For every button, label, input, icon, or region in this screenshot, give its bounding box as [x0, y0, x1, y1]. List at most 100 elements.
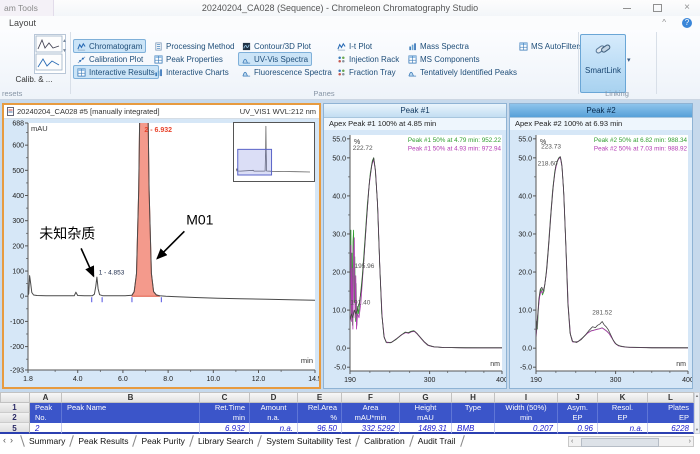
smartlink-dropdown-icon[interactable]: ▾ [627, 56, 631, 64]
svg-text:0: 0 [20, 294, 24, 301]
peak2-pane[interactable]: Peak #2 Apex Peak #2 100% at 6.93 min 55… [509, 103, 693, 389]
ribbon-button-fraction-tray[interactable]: Fraction Tray [333, 65, 400, 79]
ribbon-button-label: Fraction Tray [349, 68, 396, 77]
table-vertical-scrollbar[interactable]: ▲▼ [694, 392, 700, 434]
sheet-tab-system-suitability-test[interactable]: System Suitability Test [260, 435, 357, 448]
data-cell: 96.50 [298, 423, 342, 434]
svg-text:1 - 4.853: 1 - 4.853 [99, 270, 125, 277]
overview-inset[interactable] [233, 122, 315, 182]
column-letter-j[interactable]: J [558, 392, 598, 403]
row-number[interactable]: 2 [0, 413, 30, 423]
preset-spinner[interactable]: ▲▼ [62, 38, 67, 54]
sheet-tab-library-search[interactable]: Library Search [192, 435, 259, 448]
table-column-letter-row: ABCDEFGHIJKL [0, 392, 694, 403]
svg-text:M01: M01 [186, 211, 213, 227]
peak1-spectrum-plot[interactable]: 55.050.040.030.020.010.00.0-5.0190300400… [324, 129, 506, 387]
peak1-pane[interactable]: Peak #1 Apex Peak #1 100% at 4.85 min 55… [323, 103, 507, 389]
row-number[interactable]: 1 [0, 403, 30, 413]
smartlink-button[interactable]: SmartLink [580, 34, 626, 93]
ribbon-button-tentatively-identified-peaks[interactable]: Tentatively Identified Peaks [404, 65, 521, 79]
ribbon-button-ms-components[interactable]: MS Components [404, 52, 484, 66]
ribbon-button-interactive-results[interactable]: Interactive Results [73, 65, 159, 79]
header-cell: Ret.Time [200, 403, 250, 413]
ribbon-button-uv-vis-spectra[interactable]: UV-Vis Spectra [238, 52, 312, 66]
header-cell: Rel.Area [298, 403, 342, 413]
tab-layout[interactable]: Layout [9, 16, 36, 30]
title-bar: am Tools 20240204_CA028 (Sequence) - Chr… [0, 0, 700, 17]
sheet-tab-summary[interactable]: Summary [23, 435, 71, 448]
sheet-tab-audit-trail[interactable]: Audit Trail [412, 435, 462, 448]
column-letter-c[interactable]: C [200, 392, 250, 403]
contour-3d-plot-icon [242, 42, 251, 51]
column-letter-i[interactable]: I [495, 392, 558, 403]
data-cell: 2 [30, 423, 62, 434]
ribbon-button-label: Interactive Charts [166, 68, 229, 77]
sheet-tab-peak-purity[interactable]: Peak Purity [135, 435, 190, 448]
svg-text:190: 190 [344, 377, 356, 384]
help-icon[interactable]: ? [682, 18, 692, 28]
scroll-right-icon[interactable]: › [689, 437, 691, 446]
ribbon-button-peak-properties[interactable]: Peak Properties [150, 52, 227, 66]
ribbon-button-contour-3d-plot[interactable]: Contour/3D Plot [238, 39, 315, 53]
scroll-down-icon[interactable]: ▼ [695, 427, 699, 433]
ribbon-button-label: Processing Method [166, 42, 234, 51]
column-letter-b[interactable]: B [62, 392, 200, 403]
table-corner-cell[interactable] [0, 392, 30, 403]
ribbon-button-i-t-plot[interactable]: I-t Plot [333, 39, 376, 53]
contextual-tab[interactable]: am Tools [0, 0, 54, 16]
sheet-tab-peak-results[interactable]: Peak Results [72, 435, 134, 448]
scroll-up-icon[interactable]: ▲ [695, 393, 699, 398]
ribbon-button-chromatogram[interactable]: Chromatogram [73, 39, 146, 53]
ribbon-button-processing-method[interactable]: Processing Method [150, 39, 238, 53]
workspace: 20240204_CA028 #5 [manually integrated] … [0, 100, 700, 392]
tab-scroll-arrows[interactable]: ‹› [3, 435, 17, 445]
scroll-left-icon[interactable]: ‹ [571, 437, 573, 446]
ribbon-button-mass-spectra[interactable]: Mass Spectra [404, 39, 473, 53]
column-letter-e[interactable]: E [298, 392, 342, 403]
svg-text:40.0: 40.0 [332, 193, 346, 200]
peak1-pane-title[interactable]: Peak #1 [324, 104, 506, 118]
column-letter-g[interactable]: G [400, 392, 452, 403]
ribbon-button-calibration-plot[interactable]: Calibration Plot [73, 52, 147, 66]
peak2-spectrum-plot[interactable]: 55.050.040.030.020.010.00.0-5.0190300400… [510, 129, 692, 387]
column-letter-h[interactable]: H [452, 392, 495, 403]
column-letter-d[interactable]: D [250, 392, 298, 403]
ribbon-button-ms-autofilters[interactable]: MS AutoFilters [515, 39, 587, 53]
scrollbar-thumb[interactable] [581, 438, 659, 447]
header-cell: No. [30, 413, 62, 423]
svg-text:nm: nm [490, 361, 500, 368]
peak2-pane-title[interactable]: Peak #2 [510, 104, 692, 118]
ribbon-button-interactive-charts[interactable]: Interactive Charts [150, 65, 233, 79]
ribbon-button-fluorescence-spectra[interactable]: Fluorescence Spectra [238, 65, 336, 79]
sheet-tabs: SummaryPeak ResultsPeak PurityLibrary Se… [22, 434, 463, 448]
svg-text:400: 400 [12, 193, 24, 200]
row-number[interactable]: 5 [0, 423, 30, 434]
chromatogram-pane[interactable]: 20240204_CA028 #5 [manually integrated] … [2, 103, 321, 389]
column-letter-l[interactable]: L [648, 392, 694, 403]
injection-doc-icon [7, 107, 14, 116]
ribbon-button-injection-rack[interactable]: Injection Rack [333, 52, 403, 66]
ribbon-button-label: Chromatogram [89, 42, 142, 51]
minimize-icon[interactable] [623, 8, 631, 9]
collapse-ribbon-icon[interactable]: ^ [662, 16, 666, 30]
ribbon-button-label: Interactive Results [89, 68, 155, 77]
restore-icon[interactable] [653, 4, 662, 12]
close-icon[interactable]: × [684, 0, 690, 16]
header-cell: EP [558, 413, 598, 423]
column-letter-a[interactable]: A [30, 392, 62, 403]
header-cell: mAU*min [342, 413, 400, 423]
ribbon-button-label: MS AutoFilters [531, 42, 583, 51]
horizontal-scrollbar[interactable]: ‹ › [568, 436, 694, 447]
column-letter-k[interactable]: K [598, 392, 648, 403]
preset-label[interactable]: Calib. & ... [2, 75, 66, 84]
ribbon-button-label: Injection Rack [349, 55, 399, 64]
column-letter-f[interactable]: F [342, 392, 400, 403]
table-header-row-2: 2No.minn.a.%mAU*minmAUminEPEPEP [0, 413, 694, 423]
table-data-row[interactable]: 526.932n.a.96.50332.52921489.31BMB0.2070… [0, 423, 694, 434]
sheet-tab-calibration[interactable]: Calibration [358, 435, 411, 448]
overview-inset-plot[interactable] [234, 123, 312, 177]
data-cell: 6228 [648, 423, 694, 434]
header-cell: EP [648, 413, 694, 423]
header-cell: Plates [648, 403, 694, 413]
svg-text:300: 300 [610, 377, 622, 384]
